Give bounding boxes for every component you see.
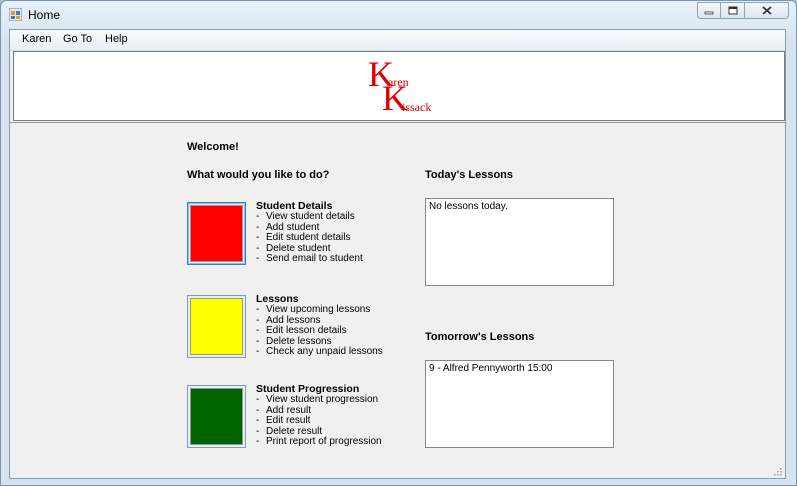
todays-lessons-label: Today's Lessons	[425, 169, 513, 181]
list-item: - Print report of progression	[256, 436, 382, 447]
minimize-icon	[704, 11, 714, 14]
menu-item-go-to[interactable]: Go To	[63, 33, 92, 45]
menu-item-help[interactable]: Help	[105, 33, 128, 45]
list-item: - Send email to student	[256, 253, 363, 264]
student-details-section: Student Details - View student details -A…	[256, 201, 416, 265]
lessons-section: Lessons - View upcoming lessons - Add less…	[256, 294, 416, 358]
title-bar[interactable]: Home	[1, 1, 796, 29]
logo-text-2: issack	[402, 100, 432, 114]
app-icon	[9, 8, 22, 21]
minimize-button[interactable]	[697, 2, 721, 19]
client-area: Karen Go To Help K aren K issack Welcome…	[9, 29, 786, 479]
main-window: Home Karen Go To Help K aren K issack We…	[0, 0, 797, 486]
menu-item-karen[interactable]: Karen	[22, 33, 51, 45]
lessons-swatch	[190, 298, 243, 355]
close-icon	[761, 6, 772, 15]
list-item[interactable]: No lessons today.	[429, 201, 610, 212]
header-banner: K aren K issack	[13, 51, 785, 121]
student-progression-section: Student Progression - View student progre…	[256, 384, 416, 448]
student-progression-button[interactable]	[187, 385, 246, 448]
caption-buttons	[697, 2, 789, 19]
todays-lessons-list[interactable]: No lessons today.	[425, 198, 614, 286]
maximize-button[interactable]	[721, 2, 745, 19]
list-item[interactable]: 9 - Alfred Pennyworth 15:00	[429, 363, 610, 374]
student-details-swatch	[190, 205, 243, 262]
home-content: Welcome! What would you like to do? Stud…	[10, 122, 785, 478]
maximize-icon	[728, 6, 737, 15]
window-title: Home	[28, 8, 61, 22]
close-button[interactable]	[745, 2, 789, 19]
student-progression-swatch	[190, 388, 243, 445]
tomorrows-lessons-label: Tomorrow's Lessons	[425, 331, 535, 343]
menu-bar: Karen Go To Help	[10, 30, 785, 51]
tomorrows-lessons-list[interactable]: 9 - Alfred Pennyworth 15:00	[425, 360, 614, 448]
student-details-button[interactable]	[187, 202, 246, 265]
welcome-label: Welcome!	[187, 141, 239, 153]
resize-grip-icon[interactable]	[772, 466, 782, 476]
prompt-label: What would you like to do?	[187, 169, 330, 181]
logo: K aren K issack	[364, 56, 444, 118]
list-item: - Check any unpaid lessons	[256, 346, 383, 357]
lessons-button[interactable]	[187, 295, 246, 358]
